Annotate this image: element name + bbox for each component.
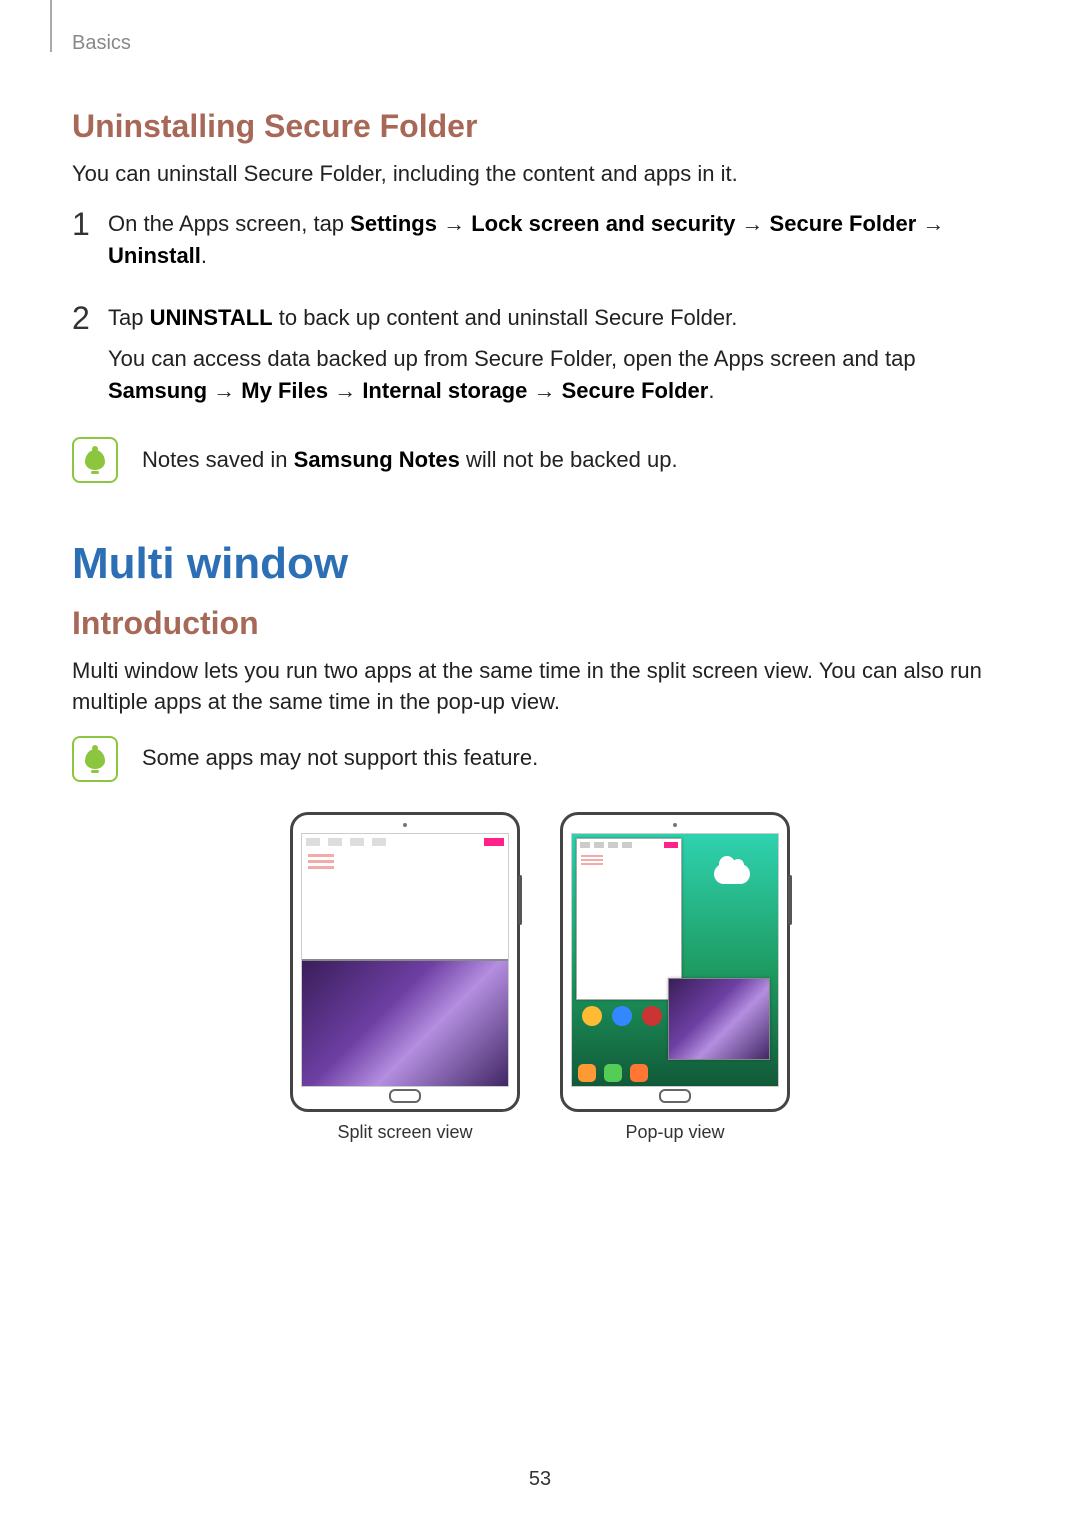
figure-popup: Pop-up view (560, 812, 790, 1143)
step1-b3: Secure Folder (770, 211, 917, 236)
note-2: Some apps may not support this feature. (72, 736, 1008, 782)
step-num-2: 2 (72, 302, 108, 334)
step-num-1: 1 (72, 208, 108, 240)
step1-text: On the Apps screen, tap (108, 211, 350, 236)
bell-icon (72, 736, 118, 782)
step-body-2: Tap UNINSTALL to back up content and uni… (108, 302, 1008, 418)
heading-uninstalling: Uninstalling Secure Folder (72, 108, 1008, 145)
para-intro-2: Multi window lets you run two apps at th… (72, 656, 1008, 718)
step1-b2: Lock screen and security (471, 211, 735, 236)
page-number: 53 (0, 1468, 1080, 1491)
figure-split-screen: Split screen view (290, 812, 520, 1143)
note-text-2: Some apps may not support this feature. (142, 743, 538, 774)
heading-introduction: Introduction (72, 605, 1008, 642)
caption-split: Split screen view (337, 1122, 472, 1143)
step-body-1: On the Apps screen, tap Settings → Lock … (108, 208, 1008, 282)
side-rule (50, 0, 52, 52)
note-1: Notes saved in Samsung Notes will not be… (72, 437, 1008, 483)
step-2: 2 Tap UNINSTALL to back up content and u… (72, 302, 1008, 418)
note-text-1: Notes saved in Samsung Notes will not be… (142, 445, 678, 476)
caption-popup: Pop-up view (625, 1122, 724, 1143)
step1-b4: Uninstall (108, 243, 201, 268)
step1-b1: Settings (350, 211, 437, 236)
breadcrumb: Basics (72, 32, 131, 55)
tablet-illustration-2 (560, 812, 790, 1112)
tablet-illustration-1 (290, 812, 520, 1112)
para-intro-1: You can uninstall Secure Folder, includi… (72, 159, 1008, 190)
heading-multi-window: Multi window (72, 539, 1008, 589)
step2-b: UNINSTALL (150, 305, 273, 330)
step-1: 1 On the Apps screen, tap Settings → Loc… (72, 208, 1008, 282)
bell-icon (72, 437, 118, 483)
